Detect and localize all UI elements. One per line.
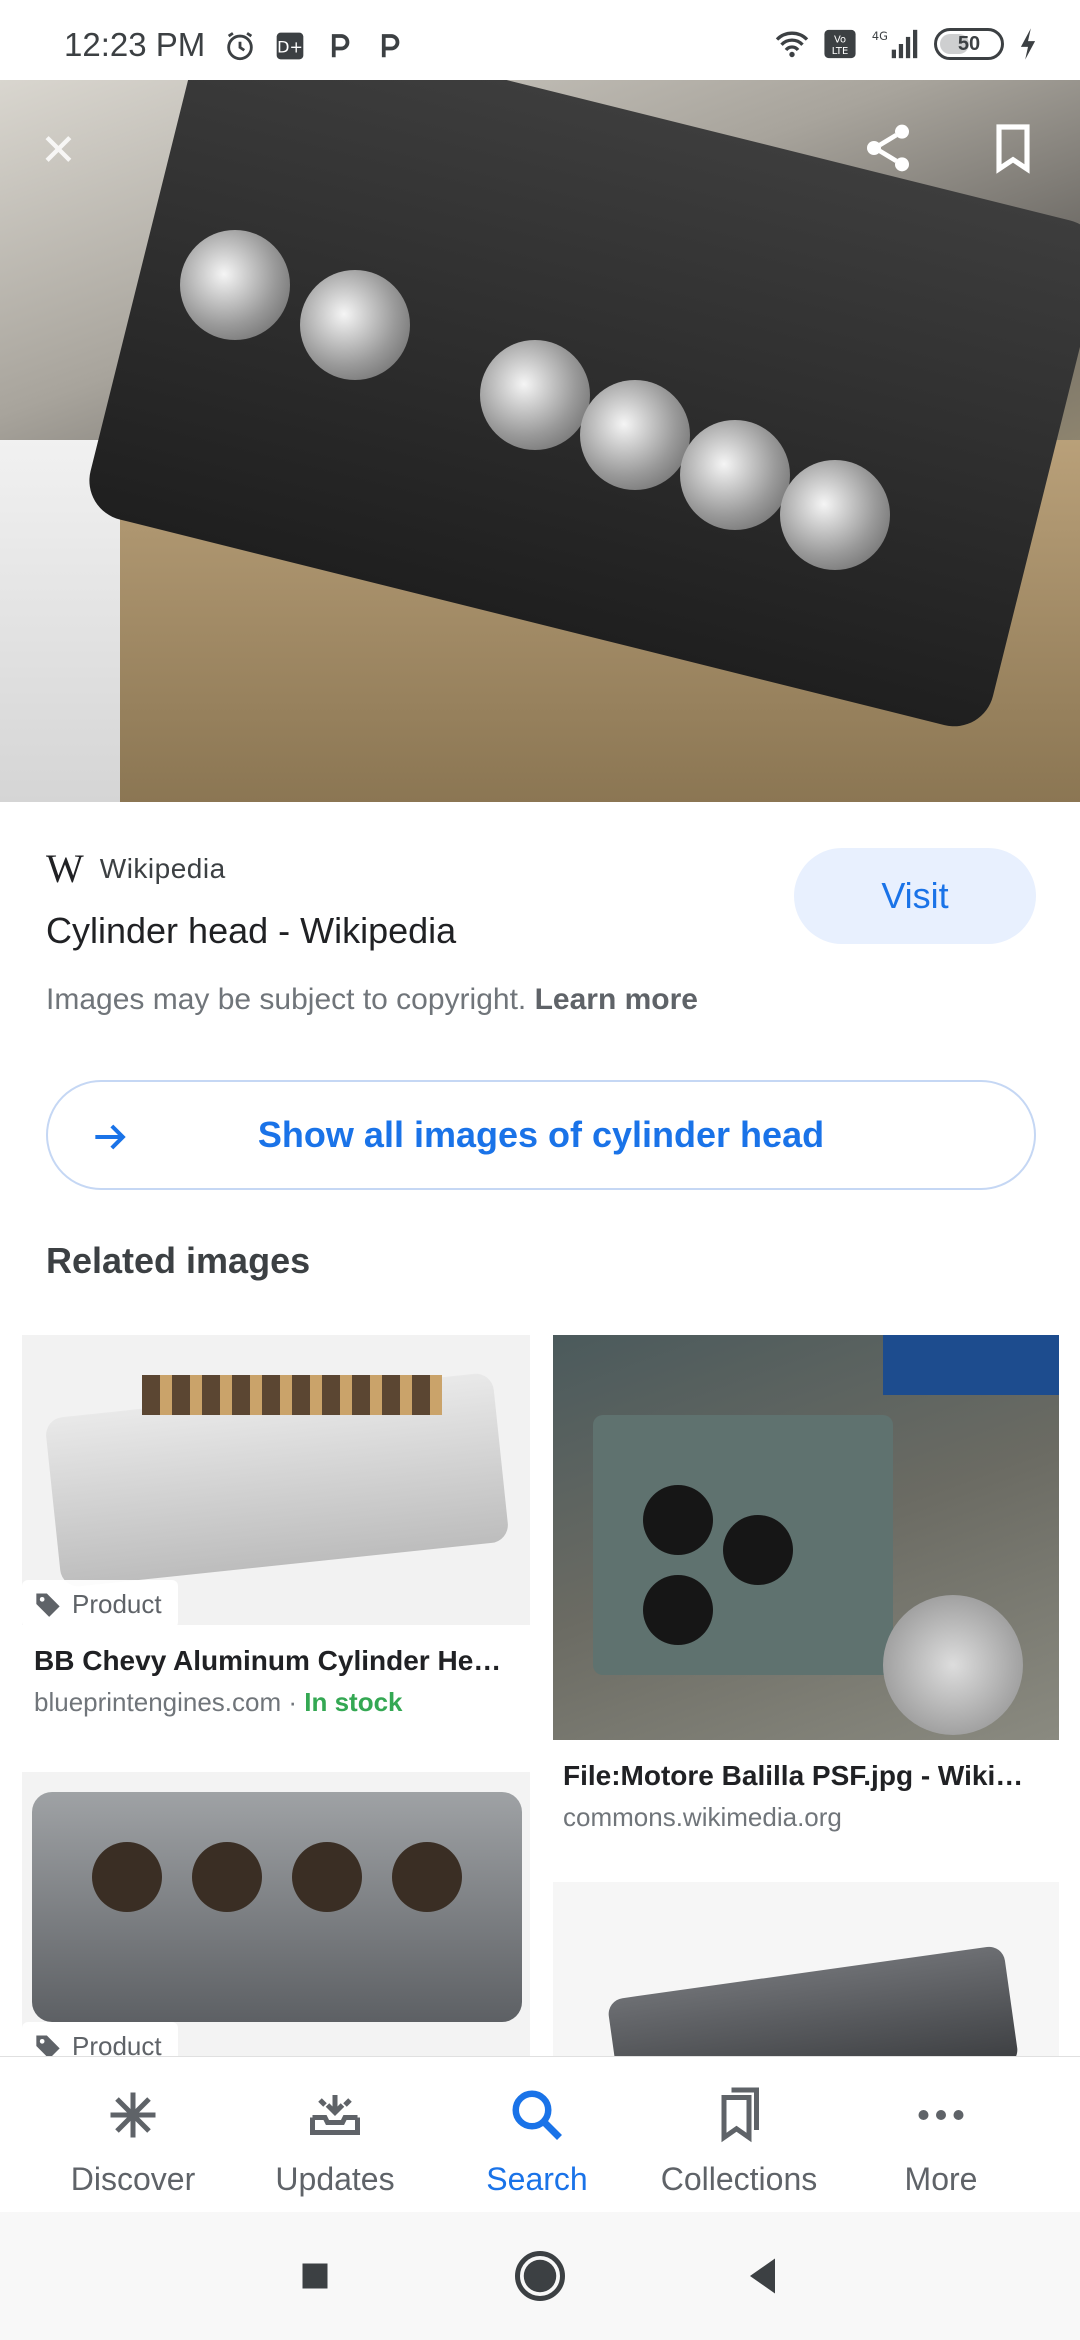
bottom-navigation: Discover Updates Search Collections More: [0, 2056, 1080, 2212]
asterisk-icon: [103, 2085, 163, 2145]
charging-icon: [1016, 26, 1040, 62]
p-app-icon: [322, 28, 358, 64]
more-icon: [911, 2085, 971, 2145]
image-valve: [780, 460, 890, 570]
back-icon[interactable]: [735, 2246, 795, 2306]
show-all-images-button[interactable]: Show all images of cylinder head: [46, 1080, 1036, 1190]
wifi-icon: [774, 26, 810, 62]
volte-icon: Vo LTE: [822, 26, 858, 62]
svg-text:D+: D+: [277, 38, 303, 57]
related-image-domain: blueprintengines.com: [34, 1687, 282, 1717]
search-icon: [507, 2085, 567, 2145]
image-valve: [580, 380, 690, 490]
system-navigation-bar: [0, 2212, 1080, 2340]
bookmark-icon[interactable]: [985, 120, 1041, 176]
related-image-source: blueprintengines.com · In stock: [34, 1687, 403, 1718]
preview-image[interactable]: ✕: [0, 80, 1080, 802]
recents-icon[interactable]: [285, 2246, 345, 2306]
nav-discover[interactable]: Discover: [32, 2057, 234, 2213]
nav-collections[interactable]: Collections: [638, 2057, 840, 2213]
nav-label: Search: [486, 2161, 588, 2197]
status-bar: 12:23 PM D+ Vo LTE 4G 50: [0, 0, 1080, 80]
svg-text:4G: 4G: [872, 29, 888, 43]
nav-search[interactable]: Search: [436, 2057, 638, 2213]
related-image-title: BB Chevy Aluminum Cylinder He…: [34, 1645, 502, 1676]
tag-icon: [36, 1593, 60, 1617]
related-image-card[interactable]: File:Motore Balilla PSF.jpg - Wiki… comm…: [553, 1335, 1059, 1845]
copyright-notice: Images may be subject to copyright. Lear…: [46, 983, 698, 1017]
related-image-thumbnail: [553, 1335, 1059, 1740]
alarm-icon: [222, 28, 258, 64]
related-image-card[interactable]: Product BB Chevy Aluminum Cylinder He… b…: [22, 1335, 530, 1735]
nav-label: More: [904, 2161, 978, 2197]
product-tag-label: Product: [72, 1588, 162, 1619]
nav-updates[interactable]: Updates: [234, 2057, 436, 2213]
image-valve: [300, 270, 410, 380]
battery-icon: 50: [934, 28, 1004, 60]
status-time: 12:23 PM: [64, 26, 206, 63]
svg-text:LTE: LTE: [832, 46, 848, 57]
related-images-heading: Related images: [46, 1240, 311, 1281]
svg-text:Vo: Vo: [834, 35, 846, 46]
share-icon[interactable]: [860, 120, 916, 176]
home-icon[interactable]: [510, 2246, 570, 2306]
collections-icon: [709, 2085, 769, 2145]
related-image-thumbnail: [553, 1882, 1059, 2056]
close-icon[interactable]: ✕: [40, 125, 77, 176]
nav-label: Collections: [660, 2161, 818, 2197]
nav-label: Updates: [275, 2161, 395, 2197]
wikipedia-logo-icon: W: [46, 846, 84, 891]
learn-more-link[interactable]: Learn more: [535, 983, 698, 1016]
nav-more[interactable]: More: [840, 2057, 1042, 2213]
status-notification-icons: D+: [222, 28, 408, 64]
separator-dot: ·: [281, 1687, 305, 1717]
source-name: Wikipedia: [99, 852, 226, 884]
nav-label: Discover: [70, 2161, 196, 2197]
signal-4g-icon: 4G: [870, 26, 922, 62]
related-image-thumbnail: [22, 1772, 530, 2056]
source-info: W Wikipedia: [46, 845, 226, 892]
disney-plus-icon: D+: [272, 28, 308, 64]
related-image-card[interactable]: [553, 1882, 1059, 2056]
show-all-images-label: Show all images of cylinder head: [257, 1114, 825, 1155]
image-valve: [680, 420, 790, 530]
image-valve: [180, 230, 290, 340]
battery-level-text: 50: [957, 32, 981, 55]
related-image-domain: commons.wikimedia.org: [563, 1802, 842, 1832]
related-image-title: File:Motore Balilla PSF.jpg - Wiki…: [563, 1760, 1024, 1791]
product-tag: Product: [22, 1580, 178, 1628]
copyright-text: Images may be subject to copyright.: [46, 983, 527, 1016]
related-image-card[interactable]: Product: [22, 1772, 530, 2070]
p-app-icon: [372, 28, 408, 64]
updates-icon: [305, 2085, 365, 2145]
stock-status: In stock: [304, 1687, 403, 1717]
arrow-right-icon: [88, 1115, 132, 1159]
status-system-icons: Vo LTE 4G 50: [774, 26, 1040, 62]
result-title[interactable]: Cylinder head - Wikipedia: [46, 910, 456, 952]
image-valve: [480, 340, 590, 450]
visit-button[interactable]: Visit: [794, 848, 1036, 944]
